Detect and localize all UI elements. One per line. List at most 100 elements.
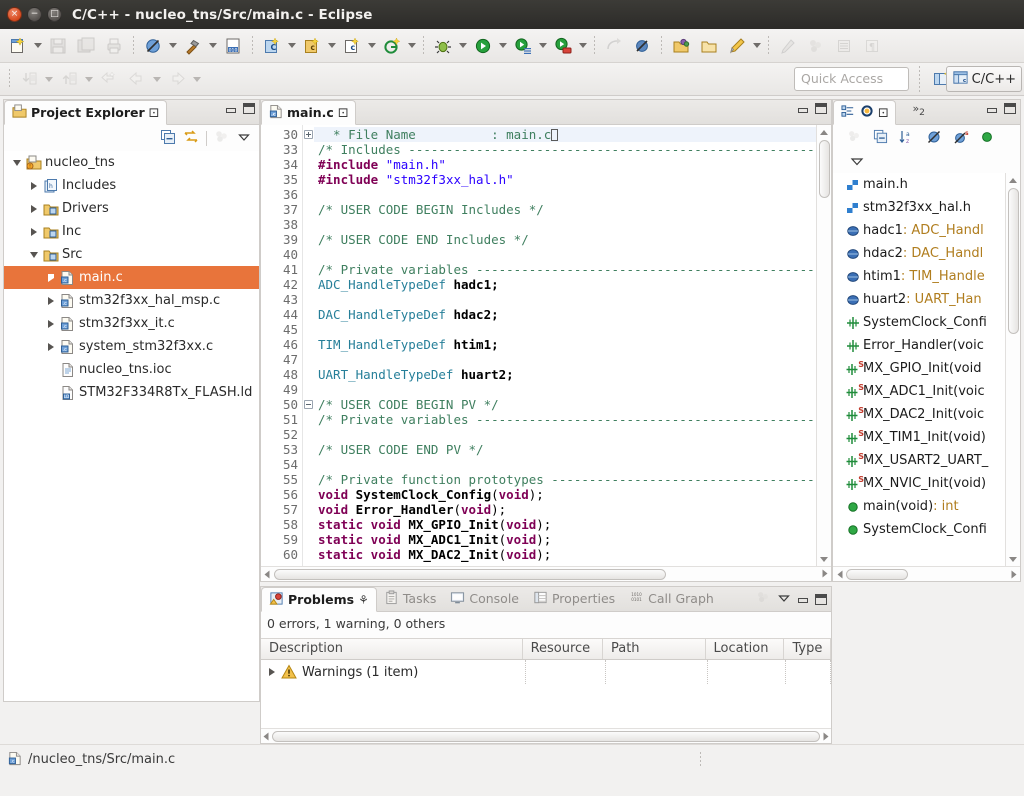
table-row[interactable]: Warnings (1 item) bbox=[261, 660, 831, 684]
back-arrow-caret[interactable] bbox=[151, 68, 163, 90]
group-icon[interactable] bbox=[847, 129, 862, 147]
outline-item[interactable]: SMX_DAC2_Init(voic bbox=[833, 403, 1005, 426]
maximize-view-button[interactable] bbox=[815, 594, 827, 605]
outline-item[interactable]: SMX_GPIO_Init(void bbox=[833, 357, 1005, 380]
tab-tasks[interactable]: Tasks bbox=[377, 586, 444, 611]
outline-tree[interactable]: main.hstm32f3xx_hal.hhadc1: ADC_Handlhda… bbox=[833, 173, 1005, 566]
editor-horizontal-scrollbar[interactable] bbox=[261, 566, 831, 581]
run-config-caret[interactable] bbox=[537, 35, 549, 57]
close-icon[interactable]: ⚀ bbox=[338, 106, 348, 120]
toggle-block-button[interactable] bbox=[830, 33, 858, 59]
tab-overflow-indicator[interactable]: »2 bbox=[912, 102, 925, 121]
view-menu-caret-icon[interactable] bbox=[849, 154, 865, 171]
outline-item[interactable]: SystemClock_Confi bbox=[833, 518, 1005, 541]
code-line[interactable] bbox=[314, 457, 816, 472]
column-header-type[interactable]: Type bbox=[784, 639, 831, 659]
outline-item[interactable]: stm32f3xx_hal.h bbox=[833, 196, 1005, 219]
tree-item-main-c[interactable]: .cmain.c bbox=[4, 266, 259, 289]
skip-breakpoints-button[interactable] bbox=[139, 33, 167, 59]
scrollbar-thumb[interactable] bbox=[272, 731, 821, 742]
code-line[interactable]: * File Name : main.c bbox=[314, 127, 816, 142]
tab-outline[interactable]: ⚀ bbox=[833, 100, 896, 125]
chevron-down-icon[interactable] bbox=[10, 160, 24, 166]
scroll-left-arrow-icon[interactable] bbox=[261, 729, 272, 743]
outline-item[interactable]: SMX_TIM1_Init(void) bbox=[833, 426, 1005, 449]
view-menu-caret-icon[interactable] bbox=[237, 130, 251, 147]
view-menu-caret-icon[interactable] bbox=[777, 591, 791, 608]
tab-problems[interactable]: Problems⚘ bbox=[261, 587, 377, 612]
code-line[interactable]: #include "main.h" bbox=[314, 157, 816, 172]
outline-item[interactable]: hdac2: DAC_Handl bbox=[833, 242, 1005, 265]
perspective-cpp-button[interactable]: c C/C++ bbox=[946, 66, 1022, 92]
minimize-view-button[interactable] bbox=[797, 594, 809, 604]
code-line[interactable] bbox=[314, 427, 816, 442]
run-external-tools-caret[interactable] bbox=[577, 35, 589, 57]
outline-vertical-scrollbar[interactable] bbox=[1005, 173, 1020, 566]
close-icon[interactable]: ⚀ bbox=[878, 106, 888, 120]
tab-project-explorer[interactable]: Project Explorer ⚀ bbox=[4, 100, 167, 125]
run-caret[interactable] bbox=[497, 35, 509, 57]
chevron-down-icon[interactable] bbox=[27, 252, 41, 258]
hide-nonpublic-icon[interactable] bbox=[980, 130, 994, 147]
code-line[interactable]: /* Private function prototypes ---------… bbox=[314, 472, 816, 487]
new-source-folder-caret[interactable] bbox=[406, 35, 418, 57]
code-line[interactable]: /* USER CODE BEGIN Includes */ bbox=[314, 202, 816, 217]
skip-breakpoints-caret[interactable] bbox=[167, 35, 179, 57]
binary-view-button[interactable]: 010 bbox=[219, 33, 247, 59]
window-close-button[interactable]: × bbox=[7, 7, 22, 22]
code-line[interactable] bbox=[314, 322, 816, 337]
code-line[interactable]: TIM_HandleTypeDef htim1; bbox=[314, 337, 816, 352]
fold-expand-icon[interactable] bbox=[303, 127, 314, 142]
forward-button[interactable] bbox=[163, 66, 191, 92]
minimize-view-button[interactable] bbox=[225, 104, 237, 114]
scroll-right-arrow-icon[interactable] bbox=[820, 729, 831, 743]
new-dropdown-caret[interactable] bbox=[32, 35, 44, 57]
next-annotation-caret[interactable] bbox=[43, 68, 55, 90]
scrollbar-thumb[interactable] bbox=[819, 140, 830, 198]
code-line[interactable] bbox=[314, 217, 816, 232]
outline-horizontal-scrollbar[interactable] bbox=[833, 566, 1020, 581]
debug-caret[interactable] bbox=[457, 35, 469, 57]
open-folder-button[interactable] bbox=[695, 33, 723, 59]
outline-item[interactable]: SMX_NVIC_Init(void) bbox=[833, 472, 1005, 495]
code-editor[interactable]: 3033343536373839404142434445464748495051… bbox=[261, 125, 831, 566]
outline-item[interactable]: SystemClock_Confi bbox=[833, 311, 1005, 334]
outline-item[interactable]: hadc1: ADC_Handl bbox=[833, 219, 1005, 242]
chevron-right-icon[interactable] bbox=[44, 297, 58, 305]
folding-gutter[interactable] bbox=[303, 125, 314, 566]
collapse-all-icon[interactable] bbox=[160, 129, 176, 148]
code-line[interactable]: void Error_Handler(void); bbox=[314, 502, 816, 517]
code-line[interactable]: static void MX_GPIO_Init(void); bbox=[314, 517, 816, 532]
hide-fields-icon[interactable] bbox=[926, 129, 942, 148]
outline-item[interactable]: main.h bbox=[833, 173, 1005, 196]
scroll-left-arrow-icon[interactable] bbox=[261, 568, 275, 581]
build-caret[interactable] bbox=[207, 35, 219, 57]
code-line[interactable] bbox=[314, 382, 816, 397]
pilcrow-button[interactable]: ¶ bbox=[858, 33, 886, 59]
new-class-caret[interactable] bbox=[326, 35, 338, 57]
column-header-location[interactable]: Location bbox=[706, 639, 785, 659]
outline-item[interactable]: huart2: UART_Han bbox=[833, 288, 1005, 311]
previous-annotation-caret[interactable] bbox=[83, 68, 95, 90]
pencil-button[interactable] bbox=[723, 33, 751, 59]
outline-item[interactable]: Error_Handler(voic bbox=[833, 334, 1005, 357]
outline-item[interactable]: SMX_USART2_UART_ bbox=[833, 449, 1005, 472]
code-line[interactable]: static void MX_DAC2_Init(void); bbox=[314, 547, 816, 562]
new-c-project-caret[interactable] bbox=[286, 35, 298, 57]
tree-item-drivers[interactable]: Drivers bbox=[4, 197, 259, 220]
skip-all-breakpoints-button[interactable] bbox=[628, 33, 656, 59]
tab-main-c[interactable]: .c main.c ⚀ bbox=[261, 100, 356, 125]
code-line[interactable] bbox=[314, 292, 816, 307]
new-source-folder-button[interactable] bbox=[378, 33, 406, 59]
scrollbar-thumb[interactable] bbox=[846, 569, 908, 580]
outline-item[interactable]: main(void): int bbox=[833, 495, 1005, 518]
new-c-project-button[interactable]: C bbox=[258, 33, 286, 59]
maximize-view-button[interactable] bbox=[1004, 103, 1016, 114]
group-icon[interactable] bbox=[756, 590, 771, 608]
sort-az-icon[interactable]: az bbox=[899, 129, 915, 148]
outline-item[interactable]: htim1: TIM_Handle bbox=[833, 265, 1005, 288]
previous-annotation-button[interactable] bbox=[55, 66, 83, 92]
tree-item-nucleo-tns[interactable]: !nucleo_tns bbox=[4, 151, 259, 174]
scroll-down-arrow-icon[interactable] bbox=[1007, 552, 1020, 566]
code-line[interactable]: void SystemClock_Config(void); bbox=[314, 487, 816, 502]
